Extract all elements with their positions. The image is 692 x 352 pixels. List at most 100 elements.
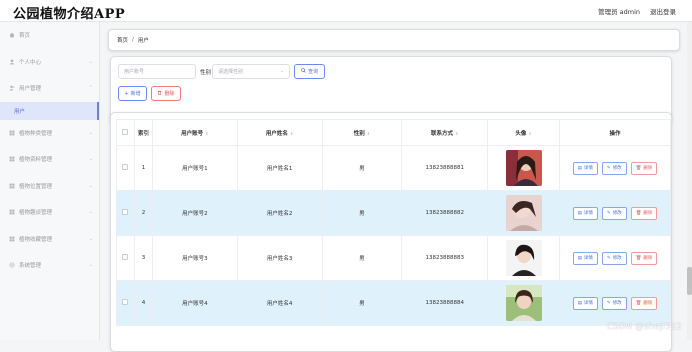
page-scrollbar[interactable] — [687, 22, 692, 340]
admin-label: 管理员 admin — [598, 6, 640, 16]
detail-icon: ▤ — [578, 166, 582, 171]
row-checkbox[interactable] — [122, 299, 128, 305]
sidebar-subitem-user[interactable]: 用户 — [0, 102, 99, 120]
avatar — [506, 150, 542, 186]
cell-avatar — [488, 236, 560, 281]
detail-button[interactable]: ▤详情 — [573, 162, 598, 175]
cell-gender: 男 — [322, 236, 402, 281]
row-checkbox[interactable] — [122, 254, 128, 260]
edit-button[interactable]: ✎修改 — [602, 162, 627, 175]
header-avatar-label: 头像 — [515, 131, 526, 137]
edit-button[interactable]: ✎修改 — [602, 207, 627, 220]
users-icon — [9, 85, 15, 91]
table-row: 2 用户账号2 用户姓名2 男 13823888882 ▤详情 ✎修改 — [117, 191, 671, 236]
cell-name: 用户姓名3 — [237, 236, 322, 281]
cell-index: 4 — [134, 281, 152, 326]
sidebar-item-profile[interactable]: 个人中心 ⌄ — [0, 49, 99, 76]
trash-icon: 🗑 — [636, 166, 642, 171]
sidebar-item-plant-favorites[interactable]: 植物收藏管理 ⌄ — [0, 226, 99, 253]
avatar — [506, 285, 542, 321]
breadcrumb: 首页 / 用户 — [108, 29, 680, 51]
header-phone-label: 联系方式 — [431, 131, 453, 137]
chevron-down-icon: ⌄ — [89, 236, 93, 242]
sidebar-item-user-management[interactable]: 用户管理 ⌃ — [0, 75, 99, 102]
breadcrumb-current: 用户 — [138, 36, 149, 44]
chevron-up-icon: ⌃ — [89, 85, 93, 91]
delete-label: 删除 — [643, 300, 652, 306]
sidebar-item-plant-stories[interactable]: 植物趣谈管理 ⌄ — [0, 199, 99, 226]
top-bar: 公园植物介绍APP 管理员 admin 退出登录 — [0, 0, 692, 22]
cell-account: 用户账号1 — [152, 146, 237, 191]
header-index: 索引 — [134, 120, 152, 146]
sidebar-item-label: 植物收藏管理 — [19, 235, 52, 243]
add-button[interactable]: + 新增 — [118, 86, 147, 101]
account-search-input[interactable]: 用户账号 — [118, 64, 196, 79]
sidebar-item-plant-location[interactable]: 植物位置管理 ⌄ — [0, 173, 99, 200]
row-select-cell — [117, 236, 135, 281]
top-right-links: 管理员 admin 退出登录 — [598, 6, 676, 16]
sort-icon[interactable]: ⇕ — [290, 131, 293, 136]
delete-button[interactable]: 🗑删除 — [631, 207, 658, 220]
cell-avatar — [488, 281, 560, 326]
header-gender[interactable]: 性别⇕ — [322, 120, 402, 146]
sort-icon[interactable]: ⇕ — [528, 131, 531, 136]
row-checkbox[interactable] — [122, 209, 128, 215]
sidebar-item-label: 植物位置管理 — [19, 182, 52, 190]
detail-label: 详情 — [584, 210, 593, 216]
detail-button[interactable]: ▤详情 — [573, 207, 598, 220]
select-all-checkbox[interactable] — [122, 129, 128, 135]
cell-account: 用户账号3 — [152, 236, 237, 281]
trash-icon: 🗑 — [636, 301, 642, 306]
detail-icon: ▤ — [578, 301, 582, 306]
edit-button[interactable]: ✎修改 — [602, 252, 627, 265]
header-avatar[interactable]: 头像⇕ — [488, 120, 560, 146]
gender-select[interactable]: 请选择性别 ⌄ — [212, 64, 290, 79]
scrollbar-thumb[interactable] — [687, 267, 692, 295]
cell-index: 3 — [134, 236, 152, 281]
cell-account: 用户账号4 — [152, 281, 237, 326]
edit-label: 修改 — [613, 165, 622, 171]
sort-icon[interactable]: ⇕ — [367, 131, 370, 136]
header-account[interactable]: 用户账号⇕ — [152, 120, 237, 146]
delete-button[interactable]: 🗑删除 — [631, 252, 658, 265]
user-table-panel: 索引 用户账号⇕ 用户姓名⇕ 性别⇕ 联系方式⇕ 头像⇕ 操作 1 用户账号1 … — [110, 112, 672, 352]
delete-button[interactable]: 🗑删除 — [631, 162, 658, 175]
logout-link[interactable]: 退出登录 — [650, 6, 676, 16]
sidebar-item-system[interactable]: 系统管理 ⌄ — [0, 252, 99, 279]
cell-actions: ▤详情 ✎修改 🗑删除 — [560, 281, 671, 326]
edit-icon: ✎ — [607, 301, 611, 306]
table-row: 3 用户账号3 用户姓名3 男 13823888883 ▤详情 ✎修改 — [117, 236, 671, 281]
sort-icon[interactable]: ⇕ — [205, 131, 208, 136]
chevron-down-icon: ⌄ — [89, 209, 93, 215]
chevron-down-icon: ⌄ — [89, 130, 93, 136]
sidebar-item-plant-types[interactable]: 植物种类管理 ⌄ — [0, 120, 99, 147]
cell-gender: 男 — [322, 191, 402, 236]
cell-actions: ▤详情 ✎修改 🗑删除 — [560, 191, 671, 236]
cell-gender: 男 — [322, 146, 402, 191]
edit-button[interactable]: ✎修改 — [602, 297, 627, 310]
grid-icon — [9, 209, 15, 215]
breadcrumb-separator: / — [132, 37, 134, 43]
row-actions: ▤详情 ✎修改 🗑删除 — [560, 297, 670, 310]
grid-icon — [9, 236, 15, 242]
header-phone[interactable]: 联系方式⇕ — [402, 120, 488, 146]
cell-gender: 男 — [322, 281, 402, 326]
detail-button[interactable]: ▤详情 — [573, 297, 598, 310]
header-name[interactable]: 用户姓名⇕ — [237, 120, 322, 146]
sidebar-item-home[interactable]: 首页 — [0, 22, 99, 49]
row-select-cell — [117, 146, 135, 191]
row-actions: ▤详情 ✎修改 🗑删除 — [560, 207, 670, 220]
delete-button[interactable]: 🗑删除 — [631, 297, 658, 310]
table-row: 4 用户账号4 用户姓名4 男 13823888884 ▤详情 ✎修改 — [117, 281, 671, 326]
row-checkbox[interactable] — [122, 164, 128, 170]
chevron-down-icon: ⌄ — [89, 59, 93, 65]
batch-delete-button[interactable]: 删除 — [151, 86, 181, 101]
sort-icon[interactable]: ⇕ — [455, 131, 458, 136]
search-button[interactable]: 查询 — [294, 64, 325, 79]
avatar — [506, 195, 542, 231]
edit-label: 修改 — [613, 210, 622, 216]
breadcrumb-home[interactable]: 首页 — [117, 36, 128, 44]
detail-button[interactable]: ▤详情 — [573, 252, 598, 265]
sidebar-item-plant-info[interactable]: 植物资料管理 ⌄ — [0, 146, 99, 173]
gear-icon — [9, 262, 15, 268]
